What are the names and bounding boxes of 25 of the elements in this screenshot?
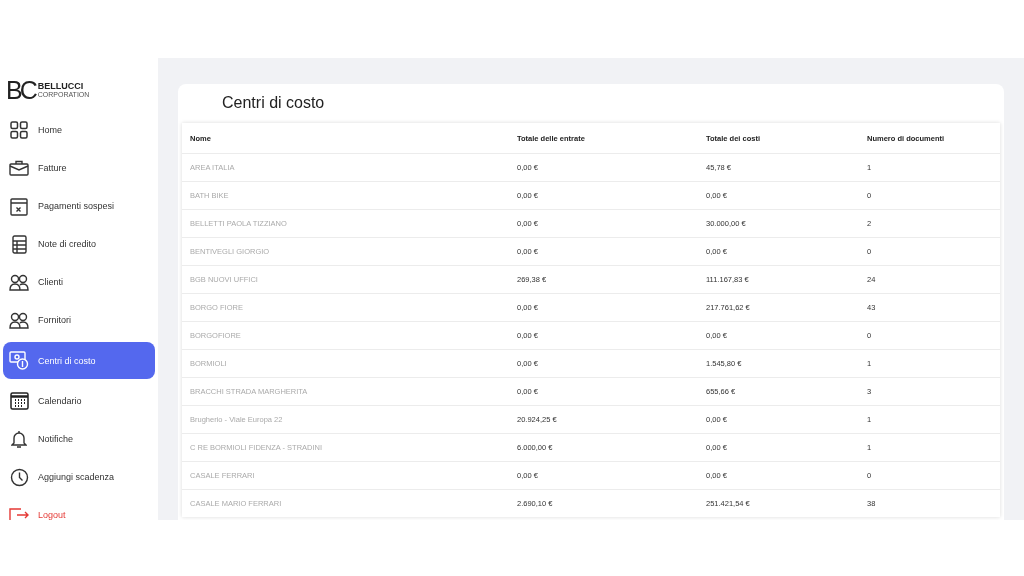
sidebar-item[interactable]: Calendario — [3, 385, 155, 417]
grid-icon — [10, 121, 28, 139]
logout-icon — [9, 508, 29, 520]
logout-link[interactable]: Logout — [3, 499, 155, 520]
sidebar-item[interactable]: Notifiche — [3, 423, 155, 455]
page-title: Centri di costo — [221, 93, 326, 113]
sidebar-item[interactable]: Clienti — [3, 266, 155, 298]
ledger-icon — [11, 234, 27, 254]
sidebar-item[interactable]: Centri di costo — [3, 342, 155, 379]
calendar-icon — [9, 392, 29, 410]
people-icon — [9, 273, 29, 291]
money-icon — [9, 351, 29, 370]
clock-icon — [9, 467, 29, 487]
sidebar-item[interactable]: Note di credito — [3, 228, 155, 260]
sidebar-item[interactable]: Home — [3, 114, 155, 146]
briefcase-icon — [9, 160, 29, 176]
sidebar-item[interactable]: Aggiungi scadenza — [3, 461, 155, 493]
sidebar-item[interactable]: Pagamenti sospesi — [3, 190, 155, 222]
bell-icon — [11, 429, 27, 449]
sidebar-item[interactable]: Fornitori — [3, 304, 155, 336]
people-icon — [9, 311, 29, 329]
logo-mark: BC — [6, 78, 35, 102]
sidebar-item[interactable]: Fatture — [3, 152, 155, 184]
calendar-x-icon — [10, 196, 28, 216]
brand-name: BELLUCCI — [37, 82, 85, 91]
